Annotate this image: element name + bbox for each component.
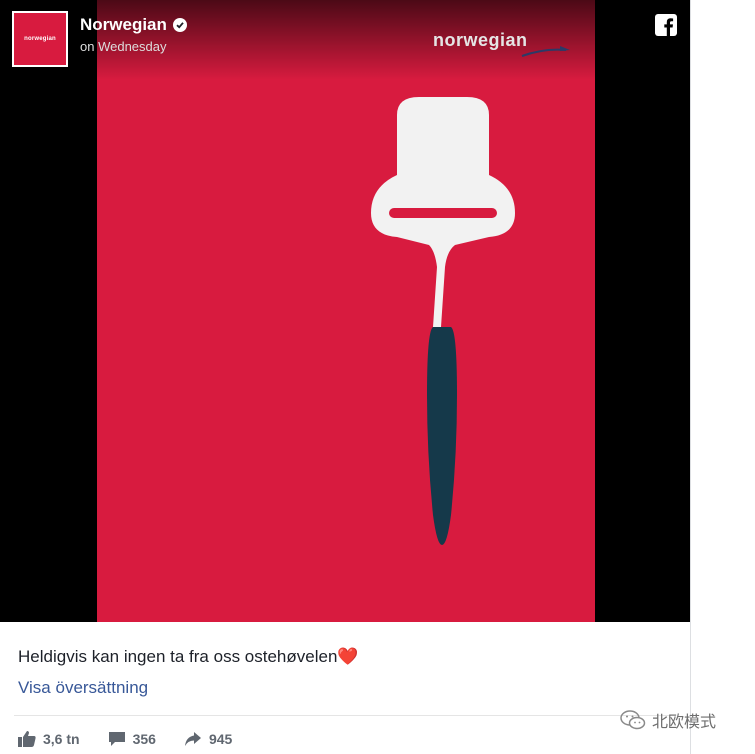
like-count[interactable]: 3,6 tn	[18, 731, 80, 747]
cheese-slicer-illustration	[371, 97, 515, 545]
poster-artwork	[97, 0, 595, 622]
page-name[interactable]: Norwegian	[80, 15, 167, 35]
avatar-wordmark: norwegian	[24, 36, 56, 42]
brand-logo-text: norwegian	[433, 30, 528, 50]
page-name-row[interactable]: Norwegian	[80, 15, 187, 35]
divider	[14, 715, 676, 716]
share-count-text: 945	[208, 731, 233, 747]
post-caption: Heldigvis kan ingen ta fra oss ostehøvel…	[18, 647, 359, 666]
post-timestamp[interactable]: on Wednesday	[80, 39, 167, 54]
page-avatar[interactable]: norwegian	[12, 11, 68, 67]
verified-badge-icon	[172, 18, 187, 32]
comment-count-text: 356	[132, 731, 156, 747]
wechat-icon	[620, 710, 646, 730]
comment-bubble-icon	[108, 732, 125, 746]
wechat-watermark: 北欧模式	[620, 708, 716, 732]
comment-count[interactable]: 356	[108, 731, 156, 747]
thumbs-up-icon	[18, 731, 36, 747]
post-image[interactable]: norwegian Norwegian on Wednesday norwegi…	[0, 0, 690, 622]
see-translation-link[interactable]: Visa översättning	[18, 678, 148, 698]
share-arrow-icon	[184, 732, 201, 746]
facebook-icon[interactable]	[655, 14, 677, 36]
watermark-text: 北欧模式	[652, 714, 717, 731]
facebook-post: norwegian Norwegian on Wednesday norwegi…	[0, 0, 691, 754]
share-count[interactable]: 945	[184, 731, 232, 747]
plane-swoosh-icon	[521, 46, 570, 57]
engagement-bar: 3,6 tn 356 945	[18, 731, 232, 747]
like-count-text: 3,6 tn	[43, 731, 80, 747]
